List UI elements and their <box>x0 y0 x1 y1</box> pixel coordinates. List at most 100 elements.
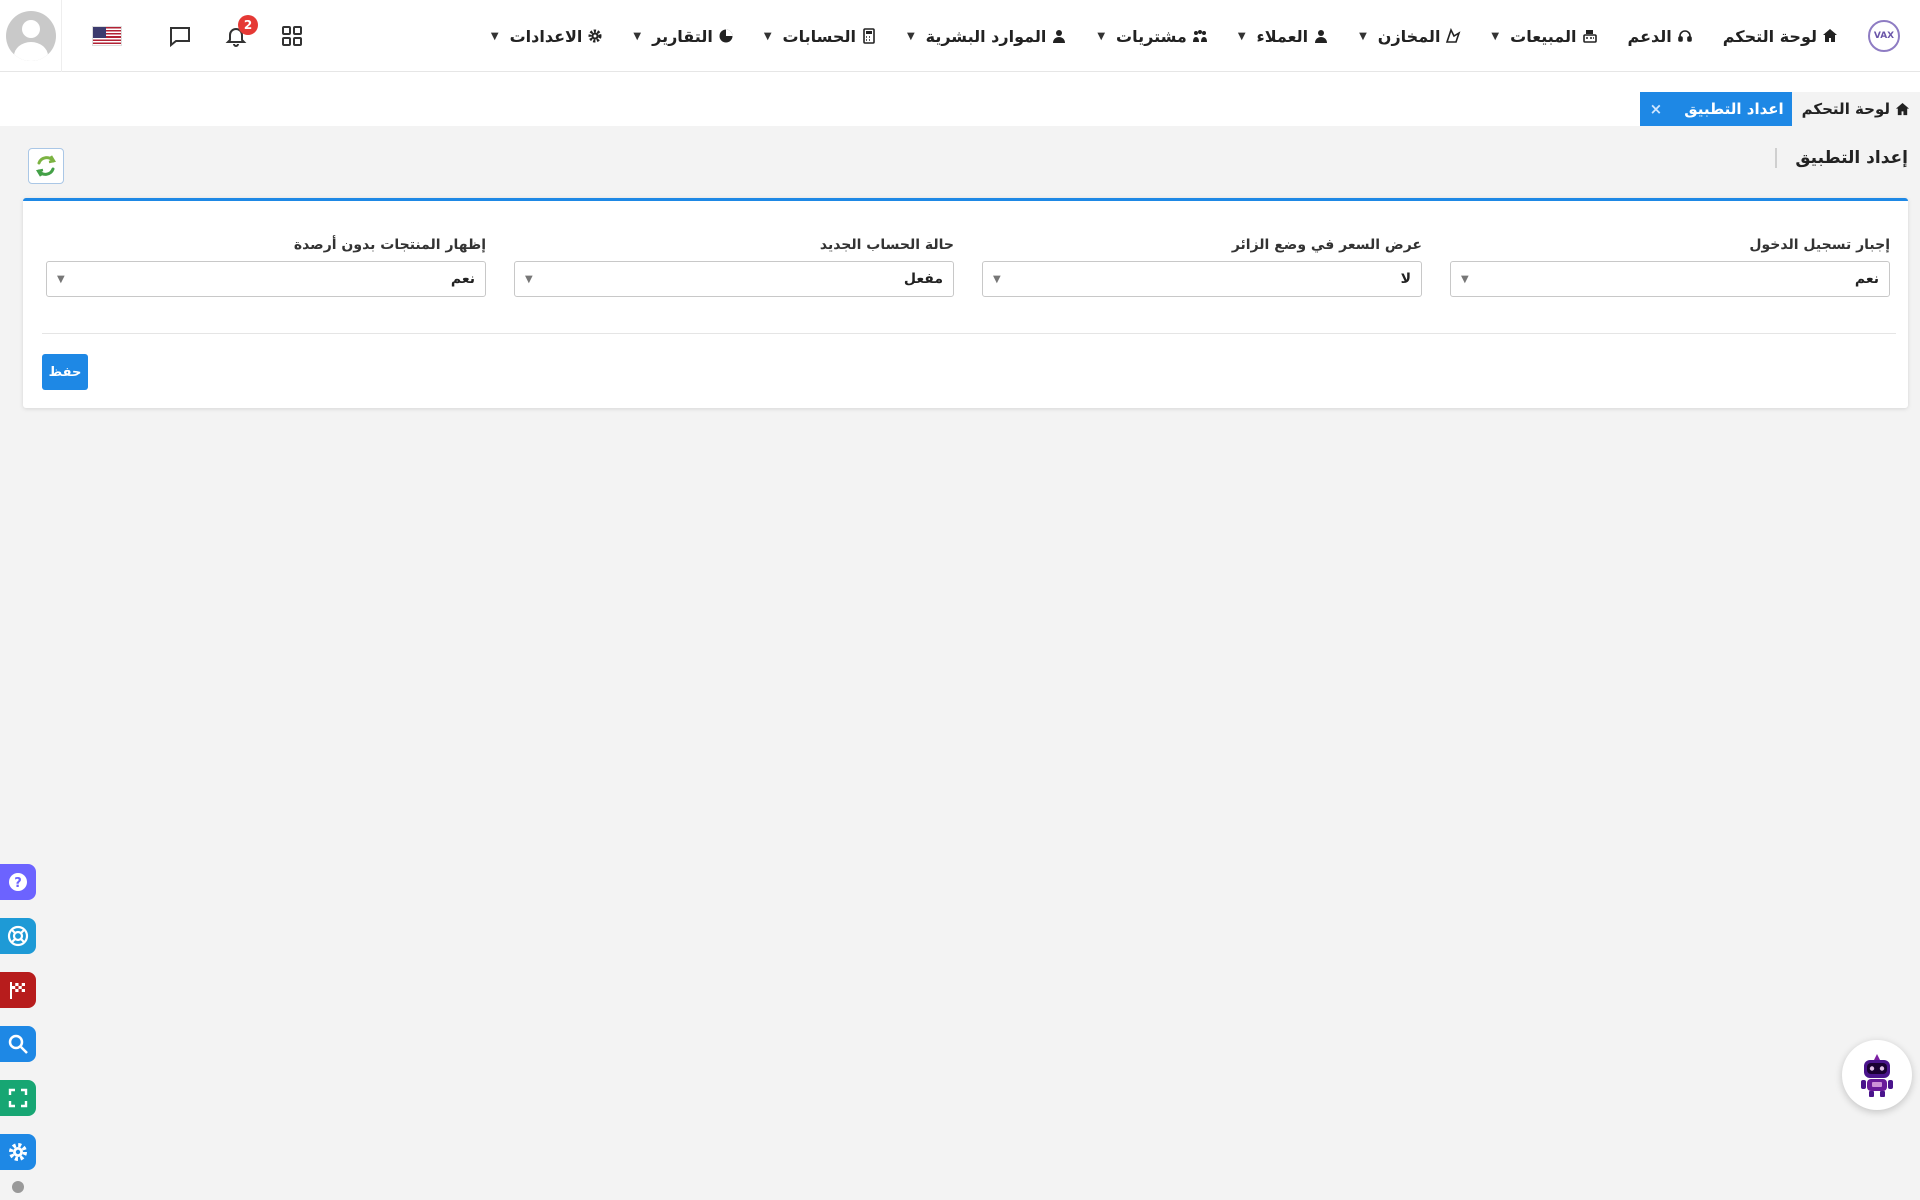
menu-item-reports[interactable]: التقارير ▼ <box>633 27 733 46</box>
field-show-out-of-stock: إظهار المنتجات بدون أرصدة نعم ▼ <box>46 237 486 297</box>
menu-item-label: المبيعات <box>1510 26 1577 46</box>
menu-item-dashboard[interactable]: لوحة التحكم <box>1723 27 1838 46</box>
avatar[interactable] <box>5 11 56 61</box>
field-label: عرض السعر في وضع الزائر <box>1231 237 1422 253</box>
notifications-button[interactable]: 2 <box>208 0 264 72</box>
page-title: إعداد التطبيق <box>1775 148 1908 168</box>
fullscreen-icon <box>8 1088 28 1108</box>
field-label: إظهار المنتجات بدون أرصدة <box>293 237 486 253</box>
menu-item-settings[interactable]: الاعدادات ▼ <box>491 27 604 46</box>
top-navbar: 2 VAX لوحة التحكم الدعم المبيعات ▼ المخا… <box>0 0 1920 72</box>
settings-card: إجبار تسجيل الدخول نعم ▼ عرض السعر في وض… <box>23 198 1908 408</box>
chevron-down-icon: ▼ <box>763 30 772 42</box>
warehouse-icon <box>1446 28 1461 43</box>
tabs: لوحة التحكم اعداد التطبيق × <box>1639 92 1920 126</box>
users-icon <box>1053 30 1066 43</box>
notification-count-badge: 2 <box>238 15 258 35</box>
menu-item-purchases[interactable]: مشتريات ▼ <box>1097 27 1207 46</box>
cash-register-icon <box>1582 30 1597 43</box>
chat-icon <box>170 27 190 48</box>
guest-price-select[interactable]: لا ▼ <box>982 261 1422 297</box>
us-flag-icon[interactable] <box>92 26 122 46</box>
menu-item-sales[interactable]: المبيعات ▼ <box>1491 27 1597 46</box>
chevron-down-icon: ▼ <box>57 273 65 285</box>
menu-item-customers[interactable]: العملاء ▼ <box>1238 27 1329 46</box>
lifebuoy-icon <box>7 925 29 947</box>
menu-item-label: المخازن <box>1377 26 1441 46</box>
settings-fields: إجبار تسجيل الدخول نعم ▼ عرض السعر في وض… <box>42 237 1890 297</box>
headset-icon <box>1677 30 1692 42</box>
field-new-account-status: حالة الحساب الجديد مفعل ▼ <box>514 237 954 297</box>
menu-item-accounts[interactable]: الحسابات ▼ <box>764 27 877 46</box>
chevron-down-icon: ▼ <box>1237 30 1246 42</box>
select-value: مفعل <box>903 271 943 287</box>
chevron-down-icon: ▼ <box>633 30 642 42</box>
chevron-down-icon: ▼ <box>490 30 499 42</box>
settings-button[interactable] <box>0 1134 36 1170</box>
show-out-of-stock-select[interactable]: نعم ▼ <box>46 261 486 297</box>
people-icon <box>1192 30 1207 42</box>
field-guest-price: عرض السعر في وضع الزائر لا ▼ <box>982 237 1422 297</box>
select-value: لا <box>1400 271 1411 287</box>
menu-item-label: التقارير <box>652 26 713 46</box>
calculator-icon <box>863 28 875 44</box>
tab-label: اعداد التطبيق <box>1684 100 1784 118</box>
menu-item-support[interactable]: الدعم <box>1628 27 1693 46</box>
divider <box>42 333 1896 334</box>
gear-icon <box>9 1143 27 1161</box>
fullscreen-button[interactable] <box>0 1080 36 1116</box>
menu-item-label: لوحة التحكم <box>1722 26 1817 46</box>
messages-button[interactable] <box>152 0 208 72</box>
tab-app-settings[interactable]: اعداد التطبيق × <box>1639 92 1792 126</box>
chevron-down-icon: ▼ <box>906 30 915 42</box>
gear-icon <box>588 29 602 43</box>
tab-dashboard[interactable]: لوحة التحكم <box>1791 92 1920 126</box>
collapse-dot[interactable] <box>12 1181 24 1193</box>
menu-item-label: الاعدادات <box>509 26 583 46</box>
grid-icon <box>282 26 302 46</box>
field-label: إجبار تسجيل الدخول <box>1749 237 1890 253</box>
menu-item-label: العملاء <box>1256 26 1309 46</box>
menu-item-hr[interactable]: الموارد البشرية ▼ <box>907 27 1067 46</box>
save-button[interactable]: حفظ <box>42 354 88 390</box>
chevron-down-icon: ▼ <box>1491 30 1500 42</box>
app-logo[interactable]: VAX <box>1868 20 1900 52</box>
new-account-status-select[interactable]: مفعل ▼ <box>514 261 954 297</box>
menu-item-label: الدعم <box>1627 26 1672 46</box>
tour-button[interactable] <box>0 972 36 1008</box>
select-value: نعم <box>450 271 475 287</box>
menu-item-label: الحسابات <box>782 26 856 46</box>
menu-item-label: مشتريات <box>1116 26 1187 46</box>
main-menu: VAX لوحة التحكم الدعم المبيعات ▼ المخازن… <box>491 0 1900 72</box>
pie-chart-icon <box>719 29 733 43</box>
field-label: حالة الحساب الجديد <box>819 237 954 253</box>
user-icon <box>1315 30 1328 43</box>
tabs-bar: لوحة التحكم اعداد التطبيق × <box>0 72 1920 126</box>
tab-label: لوحة التحكم <box>1801 100 1890 118</box>
checkered-flag-icon <box>10 982 25 999</box>
chevron-down-icon: ▼ <box>1097 30 1106 42</box>
logo-text: VAX <box>1873 31 1895 41</box>
apps-grid-button[interactable] <box>264 0 320 72</box>
search-button[interactable] <box>0 1026 36 1062</box>
question-icon: ? <box>9 873 27 891</box>
close-icon[interactable]: × <box>1650 100 1663 118</box>
svg-text:?: ? <box>14 876 22 891</box>
refresh-icon <box>36 155 56 177</box>
robot-icon <box>1861 1054 1893 1097</box>
chevron-down-icon: ▼ <box>1359 30 1367 42</box>
chatbot-button[interactable] <box>1842 1040 1912 1110</box>
support-button[interactable] <box>0 918 36 954</box>
home-icon <box>1823 29 1837 42</box>
menu-item-label: الموارد البشرية <box>925 26 1047 46</box>
force-login-select[interactable]: نعم ▼ <box>1450 261 1890 297</box>
navbar-left-tools: 2 <box>0 0 320 72</box>
menu-item-warehouses[interactable]: المخازن ▼ <box>1359 27 1461 46</box>
user-avatar-button[interactable] <box>0 0 62 72</box>
help-button[interactable]: ? <box>0 864 36 900</box>
field-force-login: إجبار تسجيل الدخول نعم ▼ <box>1450 237 1890 297</box>
language-switcher[interactable] <box>62 0 152 72</box>
chevron-down-icon: ▼ <box>525 273 533 285</box>
refresh-button[interactable] <box>28 148 64 184</box>
page-header: إعداد التطبيق <box>1775 148 1908 168</box>
